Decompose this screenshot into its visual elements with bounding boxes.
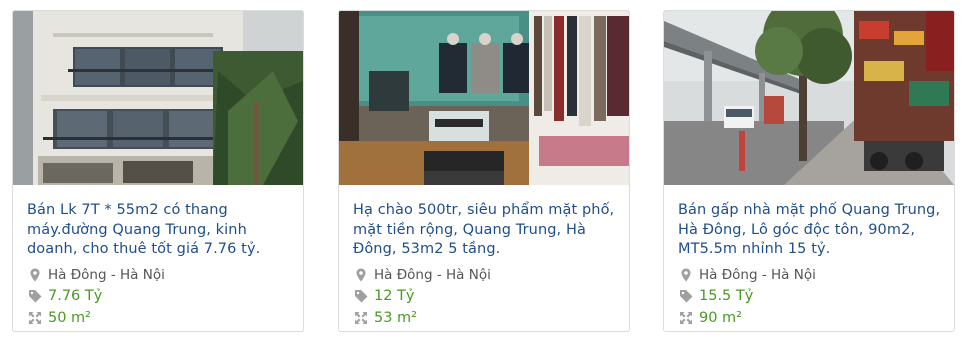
listing-photo[interactable]: [13, 11, 303, 185]
map-pin-icon: [353, 267, 369, 283]
listing-area: 53 m²: [353, 308, 417, 328]
listing-location: Hà Đông - Hà Nội: [353, 265, 491, 285]
price-text: 15.5 Tỷ: [699, 288, 754, 304]
area-text: 90 m²: [699, 310, 742, 326]
expand-arrows-icon: [678, 310, 694, 326]
townhouse-facade-photo: [13, 11, 303, 185]
listing-card[interactable]: Bán gấp nhà mặt phố Quang Trung, Hà Đông…: [663, 10, 955, 332]
listing-card[interactable]: Bán Lk 7T * 55m2 có thang máy.đường Quan…: [12, 10, 304, 332]
listing-price: 12 Tỷ: [353, 286, 415, 306]
location-text: Hà Đông - Hà Nội: [48, 267, 165, 283]
clothing-shop-interior-photo: [339, 11, 629, 185]
listing-price: 7.76 Tỷ: [27, 286, 102, 306]
listing-title[interactable]: Bán Lk 7T * 55m2 có thang máy.đường Quan…: [27, 201, 295, 260]
map-pin-icon: [678, 267, 694, 283]
listing-location: Hà Đông - Hà Nội: [678, 265, 816, 285]
listing-photo[interactable]: [339, 11, 629, 185]
location-text: Hà Đông - Hà Nội: [374, 267, 491, 283]
listing-card[interactable]: Hạ chào 500tr, siêu phẩm mặt phố, mặt ti…: [338, 10, 630, 332]
listing-photo[interactable]: [664, 11, 954, 185]
expand-arrows-icon: [27, 310, 43, 326]
listing-title[interactable]: Bán gấp nhà mặt phố Quang Trung, Hà Đông…: [678, 201, 946, 260]
price-text: 12 Tỷ: [374, 288, 415, 304]
expand-arrows-icon: [353, 310, 369, 326]
listing-area: 50 m²: [27, 308, 91, 328]
price-text: 7.76 Tỷ: [48, 288, 103, 304]
price-tag-icon: [678, 288, 694, 304]
street-view-photo: [664, 11, 954, 185]
location-text: Hà Đông - Hà Nội: [699, 267, 816, 283]
map-pin-icon: [27, 267, 43, 283]
listing-title[interactable]: Hạ chào 500tr, siêu phẩm mặt phố, mặt ti…: [353, 201, 621, 260]
listing-location: Hà Đông - Hà Nội: [27, 265, 165, 285]
price-tag-icon: [27, 288, 43, 304]
listing-area: 90 m²: [678, 308, 742, 328]
area-text: 50 m²: [48, 310, 91, 326]
listing-cards: Bán Lk 7T * 55m2 có thang máy.đường Quan…: [0, 0, 971, 341]
area-text: 53 m²: [374, 310, 417, 326]
price-tag-icon: [353, 288, 369, 304]
listing-price: 15.5 Tỷ: [678, 286, 753, 306]
